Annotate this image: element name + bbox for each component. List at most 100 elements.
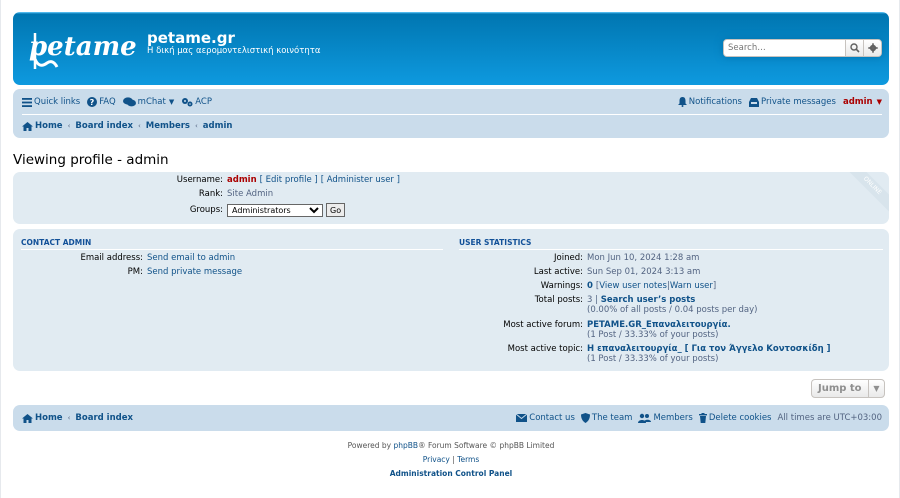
send-pm-link[interactable]: Send private message (147, 267, 242, 277)
footer-navbar: Home ‹ Board index Contact us The team M… (13, 405, 889, 431)
chat-icon (122, 97, 136, 107)
active-forum-detail: (1 Post / 33.33% of your posts) (587, 330, 719, 340)
home-icon (22, 413, 33, 423)
legal-links: Privacy | Terms (422, 455, 480, 464)
members-link[interactable]: Members (638, 413, 693, 423)
page-wrap: petame.gr petame.gr Η δική μας αερομοντε… (0, 0, 900, 498)
breadcrumb-board-index[interactable]: Board index (75, 121, 133, 131)
warn-user-link[interactable]: Warn user (670, 281, 713, 291)
site-title[interactable]: petame.gr (147, 29, 235, 47)
acp-link[interactable]: ACP (181, 97, 212, 107)
username-value: admin (227, 175, 257, 185)
breadcrumb-home[interactable]: Home (22, 121, 63, 131)
caret-down-icon: ▼ (868, 380, 884, 397)
footer-home-link[interactable]: Home (22, 413, 63, 423)
site-logo[interactable]: petame.gr (27, 25, 180, 75)
question-icon: ? (87, 97, 98, 107)
home-icon (22, 121, 33, 131)
acp-footer-link[interactable]: Administration Control Panel (390, 469, 513, 478)
breadcrumb: Home ‹ Board index ‹ Members ‹ admin (22, 119, 882, 133)
edit-profile-link[interactable]: [ Edit profile ] (260, 175, 318, 185)
email-label: Email address: (80, 253, 143, 263)
gears-icon (182, 98, 193, 107)
timezone-text: All times are UTC+03:00 (777, 413, 883, 423)
quick-links-menu[interactable]: Quick links (22, 97, 80, 107)
delete-cookies-label: Delete cookies (708, 413, 772, 423)
breadcrumb-admin[interactable]: admin (203, 121, 233, 131)
private-messages-label: Private messages (760, 97, 836, 107)
inbox-icon (748, 97, 759, 107)
mchat-menu[interactable]: mChat ▼ (122, 97, 175, 107)
view-user-notes-link[interactable]: View user notes (599, 281, 667, 291)
header-bar: petame.gr petame.gr Η δική μας αερομοντε… (13, 12, 889, 85)
terms-link[interactable]: Terms (457, 455, 479, 464)
gear-icon (867, 43, 878, 53)
contact-us-label: Contact us (529, 413, 575, 423)
phpbb-link[interactable]: phpBB (393, 441, 418, 450)
contact-divider (21, 249, 443, 250)
jump-to-label: Jump to (818, 383, 862, 394)
members-label: Members (653, 413, 693, 423)
warnings-count: 0 (587, 281, 593, 291)
faq-link[interactable]: ? FAQ (87, 97, 116, 107)
active-forum-link[interactable]: PETAME.GR_Επαναλειτουργία. (587, 320, 731, 330)
active-topic-label: Most active topic: (507, 344, 583, 354)
search-button[interactable] (845, 40, 863, 56)
profile-panel: ONLINE Username: admin [ Edit profile ] … (13, 172, 889, 224)
total-posts-value: 3 (587, 295, 593, 305)
warnings-label: Warnings: (540, 281, 583, 291)
trash-icon (698, 413, 707, 423)
go-button[interactable]: Go (326, 203, 346, 217)
active-topic-link[interactable]: Η επαναλειτουργία_ [ Για τον Άγγελο Κοντ… (587, 344, 831, 354)
stats-divider (459, 249, 883, 250)
pm-label: PM: (127, 267, 143, 277)
mchat-label: mChat (137, 97, 166, 107)
stats-heading: USER STATISTICS (459, 238, 532, 247)
faq-label: FAQ (99, 97, 116, 107)
advanced-search-button[interactable] (863, 40, 881, 56)
acp-footer-row: Administration Control Panel (1, 469, 900, 478)
active-topic-detail: (1 Post / 33.33% of your posts) (587, 354, 719, 364)
last-active-label: Last active: (533, 267, 583, 277)
total-posts-detail: (0.00% of all posts / 0.04 posts per day… (587, 305, 758, 315)
administer-user-link[interactable]: [ Administer user ] (321, 175, 400, 185)
powered-suffix: ® Forum Software © phpBB Limited (418, 441, 555, 450)
total-posts-label: Total posts: (534, 295, 583, 305)
acp-label: ACP (195, 97, 212, 107)
user-menu[interactable]: admin ▼ (843, 97, 882, 107)
privacy-link[interactable]: Privacy (423, 455, 450, 464)
last-active-value: Sun Sep 01, 2024 3:13 am (587, 267, 701, 277)
contact-us-link[interactable]: Contact us (516, 413, 575, 423)
breadcrumb-members[interactable]: Members (146, 121, 190, 131)
joined-value: Mon Jun 10, 2024 1:28 am (587, 253, 700, 263)
chevron-left-icon: ‹ (194, 122, 198, 130)
private-messages-link[interactable]: Private messages (748, 97, 836, 107)
chevron-left-icon: ‹ (67, 414, 71, 422)
jump-to-button[interactable]: Jump to ▼ (811, 379, 885, 398)
delete-cookies-link[interactable]: Delete cookies (698, 413, 772, 423)
rank-value: Site Admin (227, 189, 274, 199)
send-email-link[interactable]: Send email to admin (147, 253, 235, 263)
search-input[interactable] (724, 40, 845, 56)
navbar: Quick links ? FAQ mChat ▼ ACP Notificati… (13, 89, 889, 138)
caret-down-icon: ▼ (168, 98, 175, 106)
active-forum-label: Most active forum: (503, 320, 583, 330)
shield-icon (580, 413, 590, 423)
notifications-label: Notifications (688, 97, 742, 107)
powered-prefix: Powered by (347, 441, 394, 450)
chevron-left-icon: ‹ (67, 122, 71, 130)
the-team-link[interactable]: The team (580, 413, 632, 423)
svg-text:?: ? (90, 98, 95, 107)
page-title: Viewing profile - admin (13, 152, 169, 168)
groups-select[interactable]: Administrators (227, 203, 323, 217)
bell-icon (677, 97, 687, 107)
caret-down-icon: ▼ (876, 98, 882, 106)
footer-board-index-link[interactable]: Board index (75, 413, 133, 423)
search-user-posts-link[interactable]: Search user’s posts (601, 295, 696, 305)
header-search (723, 39, 882, 57)
contact-heading: CONTACT ADMIN (21, 238, 92, 247)
groups-label: Groups: (189, 205, 223, 215)
envelope-icon (516, 414, 528, 422)
powered-by-line: Powered by phpBB® Forum Software © phpBB… (1, 441, 900, 450)
notifications-link[interactable]: Notifications (677, 97, 742, 107)
